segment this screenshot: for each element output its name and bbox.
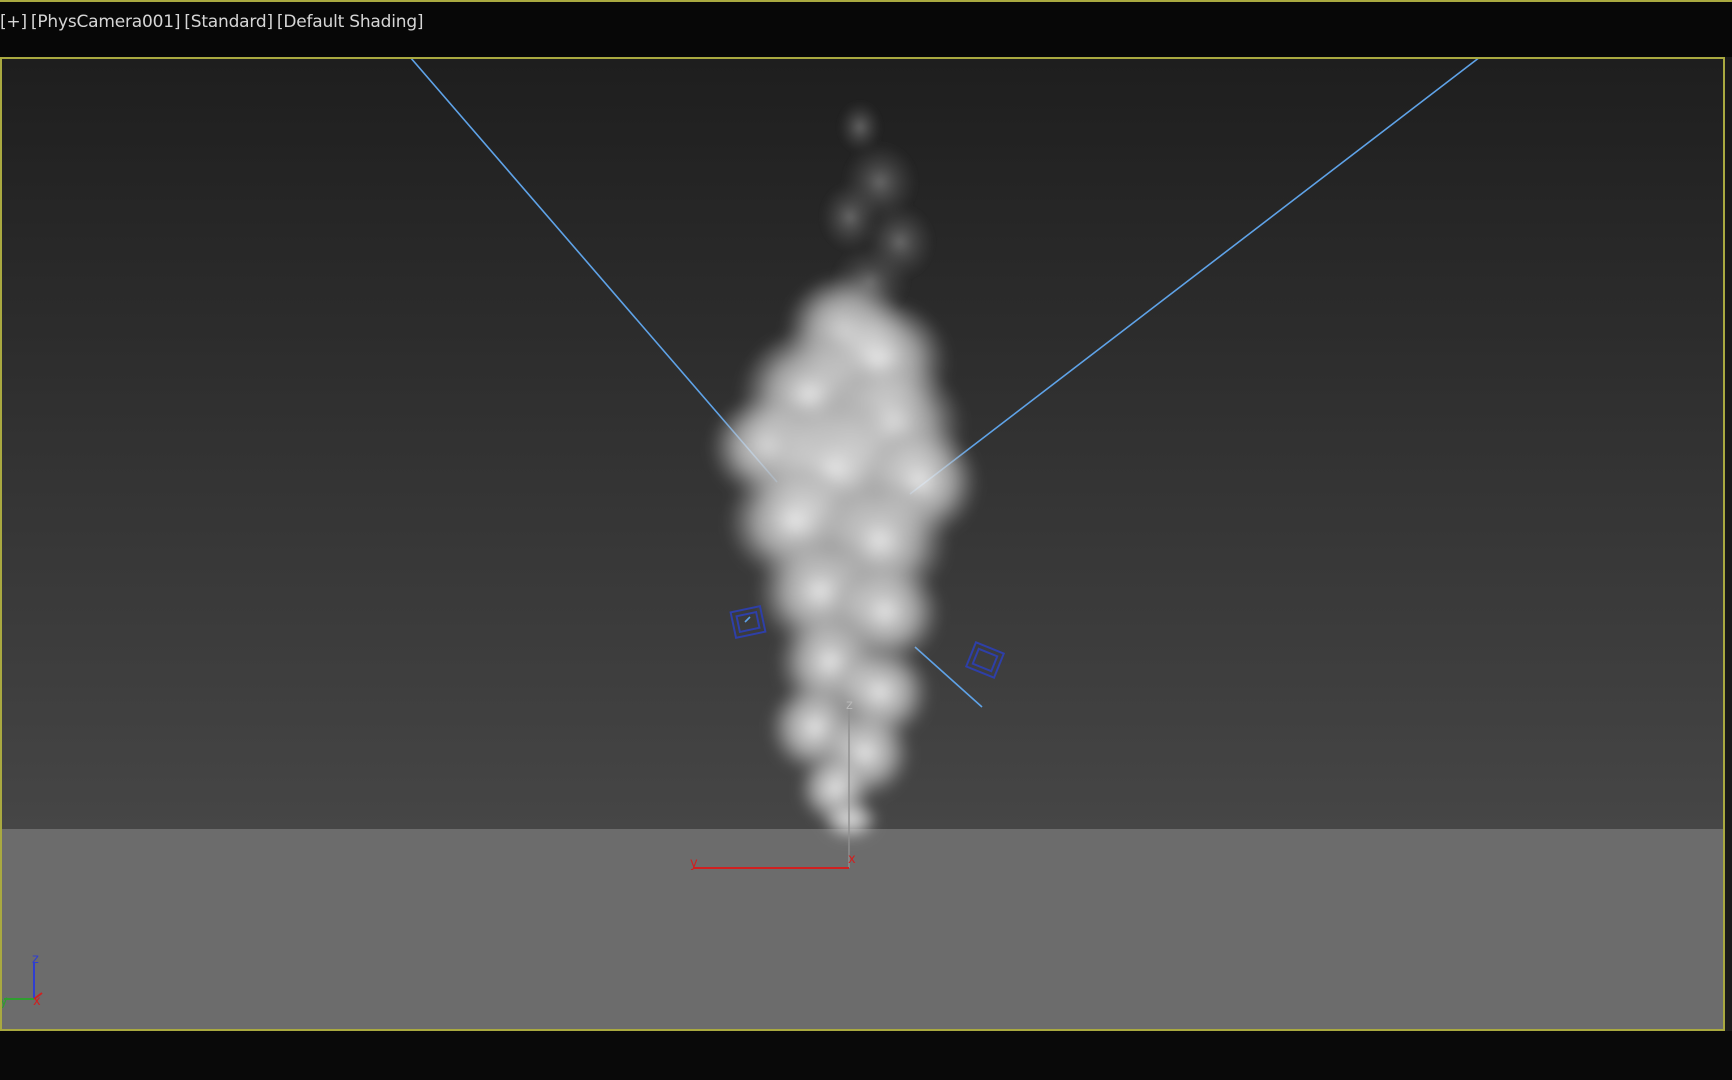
gizmo-y-label: y	[690, 856, 698, 871]
gizmo-x-label: x	[848, 852, 856, 867]
viewport-shading-menu[interactable]: [Default Shading]	[277, 12, 424, 32]
viewport-label-menu: [+] [PhysCamera001] [Standard] [Default Sha…	[0, 12, 427, 32]
viewport-label-bar: [+] [PhysCamera001] [Standard] [Default Sha…	[0, 0, 1732, 57]
light-cone-line-right-upper	[909, 57, 1481, 495]
top-outline	[0, 0, 1732, 2]
smoke-simulation	[708, 101, 980, 844]
world-axis-x-label: x	[33, 994, 41, 1009]
viewport-camera-menu[interactable]: [PhysCamera001]	[31, 12, 181, 32]
viewport-canvas[interactable]: z x y z x y	[0, 57, 1725, 1031]
light-object-left[interactable]	[729, 604, 767, 640]
scene-objects: z x y z x y	[0, 57, 1481, 1009]
world-axis-z-label: z	[32, 952, 39, 967]
viewport-right-edge	[1725, 57, 1732, 1031]
world-axis-y-label: y	[0, 994, 8, 1009]
light-object-right[interactable]	[964, 641, 1006, 679]
viewport-render-mode-menu[interactable]: [Standard]	[184, 12, 273, 32]
light-cone-line-left-lower	[744, 616, 751, 623]
viewport-plus-menu[interactable]: [+]	[0, 12, 27, 32]
bottom-status-bar	[0, 1031, 1732, 1080]
world-axis-tripod: z x y	[0, 952, 43, 1009]
gizmo-z-label: z	[846, 698, 853, 713]
